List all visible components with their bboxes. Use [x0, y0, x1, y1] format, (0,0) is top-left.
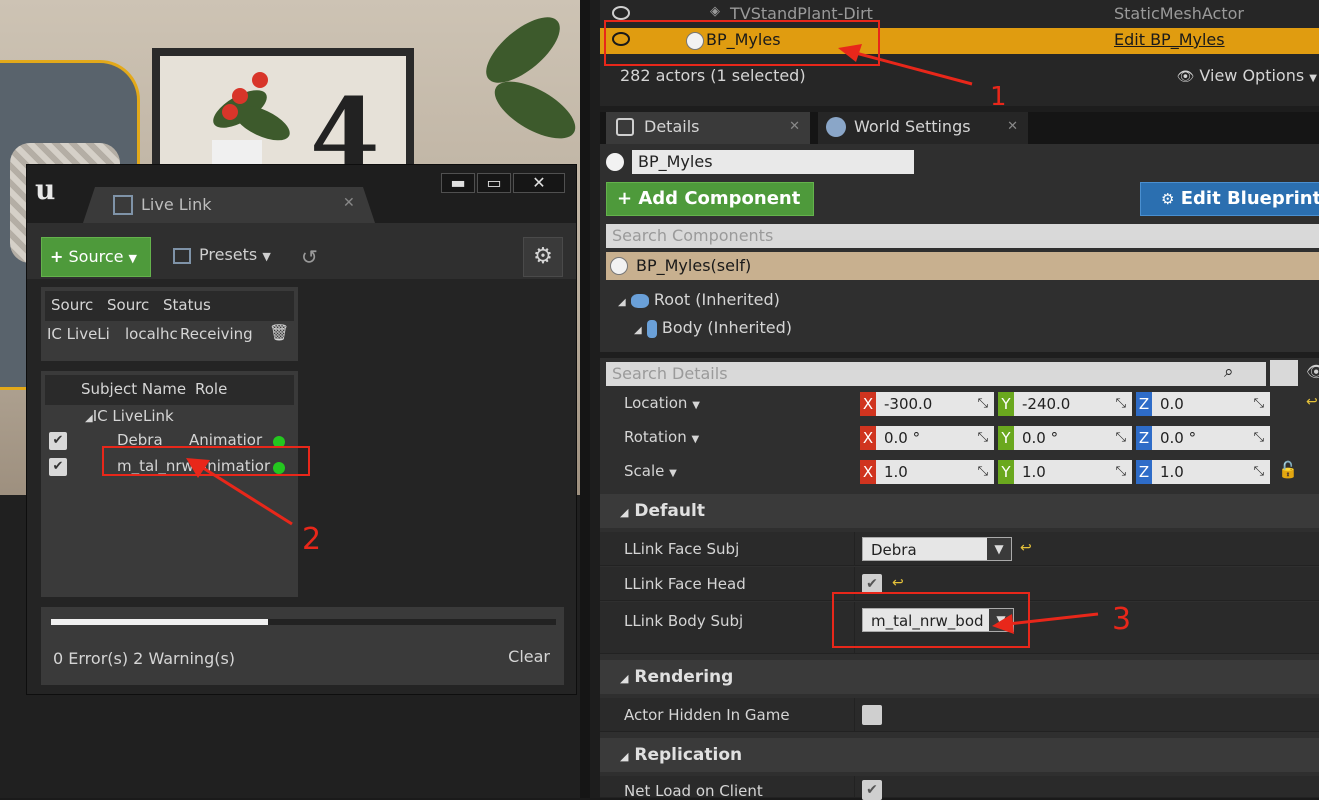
annotation-number-3: 3: [1112, 602, 1132, 637]
annotation-number-2: 2: [302, 522, 322, 557]
annotation-box-3: [832, 592, 1030, 648]
annotation-arrow-1: [851, 50, 973, 86]
annotation-arrowhead-1: [838, 44, 862, 62]
annotation-arrows: [186, 44, 1099, 634]
annotation-box-2: [102, 446, 310, 476]
annotation-number-1: 1: [990, 82, 1007, 112]
